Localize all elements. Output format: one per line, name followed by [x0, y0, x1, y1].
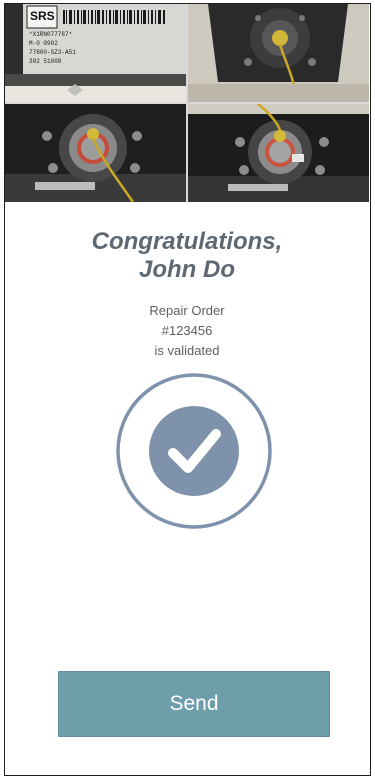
repair-order-label: Repair Order — [149, 303, 225, 318]
photo-connector-top — [188, 4, 369, 102]
photo-connector-left — [5, 104, 186, 202]
srs-label-line: 302 51008 — [29, 58, 62, 65]
greeting-heading: Congratulations, — [91, 228, 283, 255]
app-screen: SRS *X1RN077787* M-0 0902 77800-SZ3-A51 … — [4, 3, 371, 776]
photo-srs-label: SRS *X1RN077787* M-0 0902 77800-SZ3-A51 … — [5, 4, 186, 102]
airbag-photo-grid: SRS *X1RN077787* M-0 0902 77800-SZ3-A51 … — [5, 4, 369, 202]
srs-label-line: 77800-SZ3-A51 — [29, 49, 76, 56]
validation-status-text: is validated — [154, 343, 220, 358]
srs-label-line: *X1RN077787* — [29, 31, 72, 38]
repair-order-number: #123456 — [161, 323, 213, 338]
srs-label-line: M-0 0902 — [29, 40, 58, 47]
validated-check-icon — [115, 372, 273, 530]
srs-label-title: SRS — [30, 9, 55, 23]
send-button[interactable]: Send — [58, 671, 330, 737]
user-name-heading: John Do — [139, 256, 235, 283]
photo-connector-right — [188, 104, 369, 202]
